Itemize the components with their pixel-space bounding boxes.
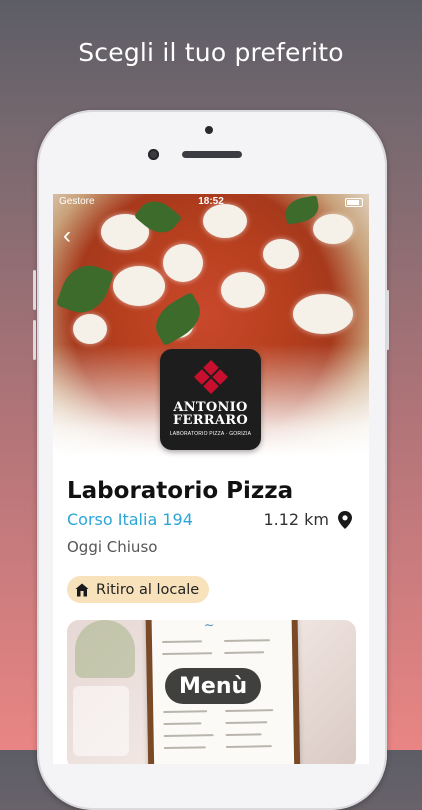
menu-script-decoration: ~: [203, 620, 215, 634]
glass-decoration: [75, 620, 135, 678]
earpiece-speaker: [182, 151, 242, 158]
restaurant-logo: ANTONIO FERRARO LABORATORIO PIZZA · GORI…: [160, 349, 261, 450]
phone-side-button: [33, 270, 36, 310]
front-camera: [148, 149, 159, 160]
location-pin-icon[interactable]: [338, 511, 352, 529]
menu-card[interactable]: ~ Menù: [67, 620, 356, 764]
logo-subtitle: LABORATORIO PIZZA · GORIZIA: [169, 431, 252, 437]
menu-button[interactable]: Menù: [165, 668, 262, 704]
logo-name-line2: FERRARO: [172, 413, 249, 428]
pickup-badge: Ritiro al locale: [67, 576, 210, 603]
app-screen: Gestore 18:52 ‹ ANTONIO FERRARO LABORATO…: [53, 194, 369, 764]
battery-icon: [345, 198, 363, 207]
napkin-decoration: [73, 686, 129, 756]
store-icon: [75, 583, 89, 596]
restaurant-title: Laboratorio Pizza: [67, 478, 294, 504]
phone-side-button: [386, 290, 389, 350]
back-button[interactable]: ‹: [63, 224, 83, 248]
phone-side-button: [33, 320, 36, 360]
opening-status: Oggi Chiuso: [67, 538, 158, 556]
distance-label: 1.12 km: [263, 510, 329, 529]
pickup-label: Ritiro al locale: [96, 581, 200, 598]
chevron-left-icon: ‹: [63, 222, 71, 249]
proximity-sensor: [205, 126, 213, 134]
diamonds-logo-icon: [194, 360, 228, 394]
address-link[interactable]: Corso Italia 194: [67, 510, 193, 529]
headline: Scegli il tuo preferito: [78, 38, 344, 67]
clock: 18:52: [198, 196, 224, 207]
status-bar: Gestore 18:52: [53, 196, 369, 210]
